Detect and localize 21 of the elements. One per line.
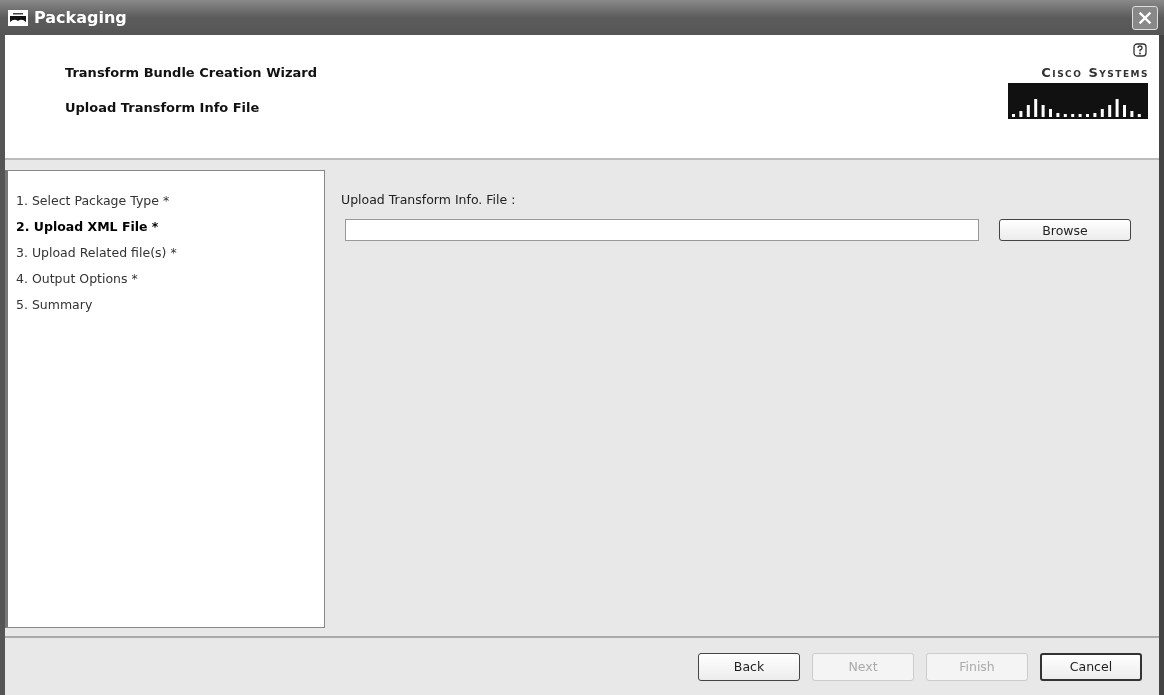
close-button[interactable] bbox=[1132, 5, 1158, 30]
window-title: Packaging bbox=[34, 8, 127, 27]
file-path-field[interactable] bbox=[345, 219, 979, 241]
wizard-button[interactable]: Back bbox=[698, 652, 800, 681]
step-title: Upload Transform Info File bbox=[65, 100, 261, 115]
logo-text: Cisco Systems bbox=[1041, 65, 1149, 80]
wizard-step[interactable]: 1. Select Package Type * bbox=[16, 193, 170, 208]
logo-icon bbox=[1007, 83, 1149, 119]
help-button[interactable] bbox=[1133, 43, 1149, 59]
wizard-step[interactable]: 5. Summary bbox=[16, 297, 93, 312]
browse-button[interactable]: Browse bbox=[999, 219, 1131, 241]
wizard-button: Next bbox=[812, 652, 914, 681]
wizard-step[interactable]: 4. Output Options * bbox=[16, 271, 138, 286]
wizard-step[interactable]: 2. Upload XML File * bbox=[16, 219, 159, 234]
field-label: Upload Transform Info. File : bbox=[341, 192, 516, 207]
help-icon bbox=[1133, 43, 1147, 57]
wizard-button[interactable]: Cancel bbox=[1040, 652, 1142, 681]
wizard-button: Finish bbox=[926, 652, 1028, 681]
wizard-title: Transform Bundle Creation Wizard bbox=[65, 65, 317, 80]
wizard-step[interactable]: 3. Upload Related file(s) * bbox=[16, 245, 177, 260]
app-icon bbox=[8, 9, 28, 26]
